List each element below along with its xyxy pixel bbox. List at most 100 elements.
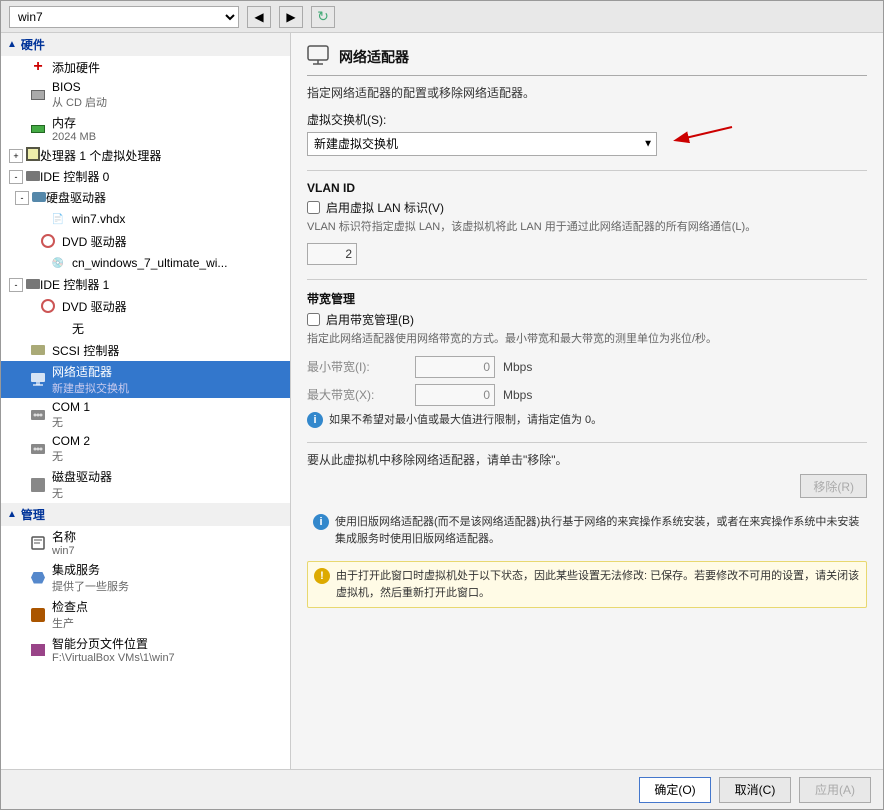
ok-button[interactable]: 确定(O) <box>639 777 711 803</box>
back-button[interactable]: ◀ <box>247 6 271 28</box>
sidebar-item-name[interactable]: 名称 win7 <box>1 526 290 559</box>
vlan-checkbox-row: 启用虚拟 LAN 标识(V) <box>307 199 867 216</box>
expand-hdd-icon[interactable]: - <box>15 191 29 205</box>
apply-button[interactable]: 应用(A) <box>799 777 871 803</box>
virtual-switch-select[interactable]: 新建虚拟交换机 <box>307 132 657 156</box>
expand-ide0-icon[interactable]: - <box>9 170 23 184</box>
ide1-label: IDE 控制器 1 <box>40 278 109 292</box>
com1-label: COM 1 <box>52 400 90 414</box>
refresh-button[interactable]: ↻ <box>311 6 335 28</box>
sidebar-item-dvd2[interactable]: DVD 驱动器 <box>1 295 290 317</box>
sidebar-item-network[interactable]: 网络适配器 新建虚拟交换机 <box>1 361 290 398</box>
vlan-value-row <box>307 243 867 265</box>
integration-icon <box>29 569 47 587</box>
forward-button[interactable]: ▶ <box>279 6 303 28</box>
bandwidth-checkbox-label[interactable]: 启用带宽管理(B) <box>326 311 414 328</box>
network-icon-sidebar <box>29 371 47 389</box>
hdd-file-icon: 📄 <box>49 210 67 228</box>
sidebar-item-hdd-file[interactable]: 📄 win7.vhdx <box>1 208 290 230</box>
network-sub: 新建虚拟交换机 <box>52 380 129 396</box>
dvd2-label: DVD 驱动器 <box>62 298 127 315</box>
hdd-label: 硬盘驱动器 <box>46 191 106 205</box>
bandwidth-section: 带宽管理 启用带宽管理(B) 指定此网络适配器使用网络带宽的方式。最小带宽和最大… <box>307 279 867 428</box>
sidebar-item-memory[interactable]: 内存 2024 MB <box>1 112 290 145</box>
sidebar-item-processor[interactable]: + 处理器 1 个虚拟处理器 <box>1 145 290 166</box>
sidebar-item-add-hardware[interactable]: + 添加硬件 <box>1 56 290 78</box>
info-notice-icon: i <box>313 514 329 530</box>
dvd1-label: DVD 驱动器 <box>62 233 127 250</box>
sidebar-item-dvd1-file[interactable]: 💿 cn_windows_7_ultimate_wi... <box>1 252 290 274</box>
cancel-button[interactable]: 取消(C) <box>719 777 791 803</box>
com2-sub: 无 <box>52 448 90 464</box>
panel-title: 网络适配器 <box>339 47 409 67</box>
sidebar-item-snapshot[interactable]: 检查点 生产 <box>1 596 290 633</box>
sidebar-item-dvd2-sub[interactable]: 无 <box>1 317 290 339</box>
vlan-checkbox-label[interactable]: 启用虚拟 LAN 标识(V) <box>326 199 444 216</box>
chevron-mgmt-icon: ▲ <box>7 509 17 520</box>
sidebar-item-disk-drive[interactable]: 磁盘驱动器 无 <box>1 466 290 503</box>
vlan-section: VLAN ID 启用虚拟 LAN 标识(V) VLAN 标识符指定虚拟 LAN，… <box>307 170 867 265</box>
bandwidth-section-title: 带宽管理 <box>307 290 867 307</box>
warning-icon: ! <box>314 568 330 584</box>
dvd1-icon <box>39 232 57 250</box>
right-panel: 网络适配器 指定网络适配器的配置或移除网络适配器。 虚拟交换机(S): 新建虚拟… <box>291 33 883 769</box>
com2-label: COM 2 <box>52 434 90 448</box>
scsi-label: SCSI 控制器 <box>52 342 119 359</box>
title-bar: win7 ◀ ▶ ↻ <box>1 1 883 33</box>
bandwidth-info-text: 如果不希望对最小值或最大值进行限制，请指定值为 0。 <box>329 412 602 429</box>
sidebar-item-ide1[interactable]: - IDE 控制器 1 <box>1 274 290 295</box>
vlan-checkbox[interactable] <box>307 201 320 214</box>
hdd-file-label: win7.vhdx <box>72 212 125 226</box>
info-notice-text: 使用旧版网络适配器(而不是该网络适配器)执行基于网络的来宾操作系统安装，或者在来… <box>335 514 861 547</box>
sidebar-item-hdd[interactable]: - 硬盘驱动器 <box>1 187 290 208</box>
sidebar: ▲ 硬件 + 添加硬件 BIOS 从 CD 启动 <box>1 33 291 769</box>
sidebar-item-com2[interactable]: COM 2 无 <box>1 432 290 466</box>
name-icon <box>29 534 47 552</box>
sidebar-item-bios[interactable]: BIOS 从 CD 启动 <box>1 78 290 112</box>
sidebar-item-dvd1[interactable]: DVD 驱动器 <box>1 230 290 252</box>
remove-button[interactable]: 移除(R) <box>800 474 867 498</box>
disk-drive-sub: 无 <box>52 485 112 501</box>
ide1-icon <box>26 278 40 292</box>
sidebar-section-management[interactable]: ▲ 管理 <box>1 503 290 526</box>
content-area: ▲ 硬件 + 添加硬件 BIOS 从 CD 启动 <box>1 33 883 769</box>
sidebar-item-scsi[interactable]: SCSI 控制器 <box>1 339 290 361</box>
com2-icon <box>29 440 47 458</box>
panel-description: 指定网络适配器的配置或移除网络适配器。 <box>307 84 867 101</box>
snapshot-label: 检查点 <box>52 598 88 615</box>
sidebar-item-ide0[interactable]: - IDE 控制器 0 <box>1 166 290 187</box>
virtual-switch-label: 虚拟交换机(S): <box>307 111 867 128</box>
bandwidth-help-text: 指定此网络适配器使用网络带宽的方式。最小带宽和最大带宽的测里单位为兆位/秒。 <box>307 332 867 347</box>
dvd2-sub-label: 无 <box>72 320 84 337</box>
sidebar-item-com1[interactable]: COM 1 无 <box>1 398 290 432</box>
min-bandwidth-unit: Mbps <box>503 360 532 374</box>
sidebar-section-hardware[interactable]: ▲ 硬件 <box>1 33 290 56</box>
bios-icon <box>29 86 47 104</box>
smart-paging-label: 智能分页文件位置 <box>52 635 175 652</box>
main-window: win7 ◀ ▶ ↻ ▲ 硬件 + 添加硬件 <box>0 0 884 810</box>
min-bandwidth-input[interactable] <box>415 356 495 378</box>
snapshot-sub: 生产 <box>52 615 88 631</box>
bios-label: BIOS <box>52 80 107 94</box>
section-management-label: 管理 <box>21 506 45 523</box>
max-bandwidth-row: 最大带宽(X): Mbps <box>307 384 867 406</box>
sidebar-item-smart-paging[interactable]: 智能分页文件位置 F:\VirtualBox VMs\1\win7 <box>1 633 290 666</box>
disk-drive-icon <box>29 476 47 494</box>
smart-paging-icon <box>29 641 47 659</box>
min-bandwidth-label: 最小带宽(I): <box>307 358 407 375</box>
vlan-value-input[interactable] <box>307 243 357 265</box>
bandwidth-checkbox[interactable] <box>307 313 320 326</box>
mgmt-name-sub: win7 <box>52 545 76 557</box>
sidebar-item-integration[interactable]: 集成服务 提供了一些服务 <box>1 559 290 596</box>
expand-processor-icon[interactable]: + <box>9 149 23 163</box>
mgmt-name-label: 名称 <box>52 528 76 545</box>
info-notice: i 使用旧版网络适配器(而不是该网络适配器)执行基于网络的来宾操作系统安装，或者… <box>307 508 867 553</box>
com1-sub: 无 <box>52 414 90 430</box>
vm-select[interactable]: win7 <box>9 6 239 28</box>
memory-label: 内存 <box>52 114 96 131</box>
expand-ide1-icon[interactable]: - <box>9 278 23 292</box>
snapshot-icon <box>29 606 47 624</box>
virtual-switch-section: 虚拟交换机(S): 新建虚拟交换机 ▼ <box>307 111 867 156</box>
warning-notice: ! 由于打开此窗口时虚拟机处于以下状态，因此某些设置无法修改: 已保存。若要修改… <box>307 561 867 608</box>
max-bandwidth-input[interactable] <box>415 384 495 406</box>
